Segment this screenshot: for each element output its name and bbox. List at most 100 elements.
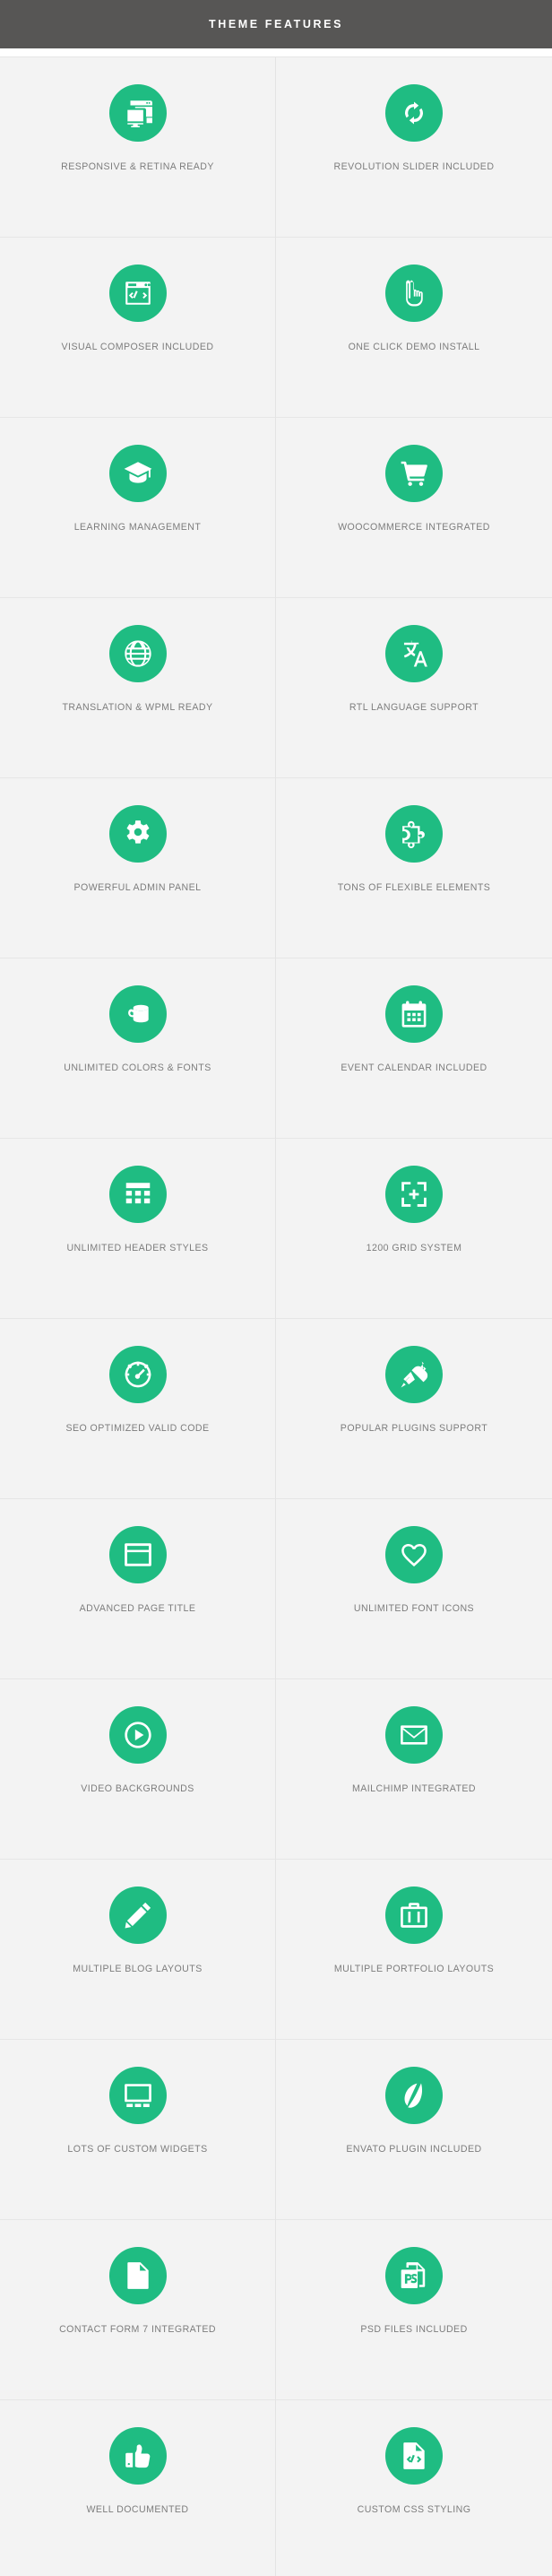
feature-cell[interactable]: PSD FILES INCLUDED <box>276 2220 552 2400</box>
feature-icon-circle <box>385 445 443 502</box>
feature-cell[interactable]: 1200 GRID SYSTEM <box>276 1139 552 1319</box>
target-speedometer-icon <box>125 1361 151 1388</box>
envato-leaf-icon <box>404 2083 423 2108</box>
grid-blocks-icon <box>125 1183 150 1204</box>
feature-icon-circle <box>385 625 443 682</box>
feature-icon-circle <box>108 445 167 502</box>
feature-icon-circle <box>108 84 167 142</box>
refresh-cycle-icon <box>405 101 423 125</box>
pointing-hand-icon <box>406 280 423 307</box>
feature-cell[interactable]: UNLIMITED COLORS & FONTS <box>0 958 276 1139</box>
feature-cell[interactable]: UNLIMITED FONT ICONS <box>276 1499 552 1679</box>
feature-cell[interactable]: VIDEO BACKGROUNDS <box>0 1679 276 1860</box>
feature-label: MULTIPLE BLOG LAYOUTS <box>73 1964 203 1974</box>
feature-label: ONE CLICK DEMO INSTALL <box>348 342 480 352</box>
feature-label: 1200 GRID SYSTEM <box>366 1243 462 1253</box>
feature-cell[interactable]: ADVANCED PAGE TITLE <box>0 1499 276 1679</box>
feature-icon-circle <box>108 805 167 863</box>
feature-icon-circle <box>385 265 443 322</box>
feature-icon-circle <box>108 265 167 322</box>
feature-icon-circle <box>385 1886 443 1944</box>
feature-icon-circle <box>385 985 443 1043</box>
page-title-icon <box>124 1543 151 1566</box>
feature-icon-circle <box>385 2247 443 2304</box>
feature-cell[interactable]: WOOCOMMERCE INTEGRATED <box>276 418 552 598</box>
feature-icon-circle <box>108 2427 167 2485</box>
heart-icon <box>401 1543 427 1567</box>
shopping-cart-icon <box>401 461 427 486</box>
feature-icon-circle <box>385 1346 443 1403</box>
feature-label: MULTIPLE PORTFOLIO LAYOUTS <box>333 1964 495 1974</box>
feature-label: LEARNING MANAGEMENT <box>73 522 202 533</box>
feature-label: CUSTOM CSS STYLING <box>357 2504 471 2515</box>
feature-icon-circle <box>385 1706 443 1764</box>
feature-icon-circle <box>108 1706 167 1764</box>
feature-cell[interactable]: POWERFUL ADMIN PANEL <box>0 778 276 958</box>
feature-label: ENVATO PLUGIN INCLUDED <box>346 2144 482 2155</box>
feature-icon-circle <box>108 1346 167 1403</box>
feature-label: RESPONSIVE & RETINA READY <box>61 161 214 172</box>
play-circle-icon <box>124 1722 151 1748</box>
briefcase-icon <box>401 1903 427 1928</box>
page-title: THEME FEATURES <box>208 18 344 30</box>
feature-icon-circle <box>385 84 443 142</box>
feature-cell[interactable]: VISUAL COMPOSER INCLUDED <box>0 238 276 418</box>
document-lines-icon <box>126 2262 149 2289</box>
feature-cell[interactable]: CUSTOM CSS STYLING <box>276 2400 552 2576</box>
feature-cell[interactable]: MAILCHIMP INTEGRATED <box>276 1679 552 1860</box>
feature-cell[interactable]: EVENT CALENDAR INCLUDED <box>276 958 552 1139</box>
plug-icon <box>401 1361 428 1388</box>
feature-cell[interactable]: ENVATO PLUGIN INCLUDED <box>276 2040 552 2220</box>
thumbs-up-icon <box>125 2444 150 2468</box>
feature-label: TONS OF FLEXIBLE ELEMENTS <box>337 882 491 893</box>
feature-label: SEO OPTIMIZED VALID CODE <box>65 1423 210 1434</box>
pencil-icon <box>125 1902 151 1929</box>
header-spacer <box>0 48 552 56</box>
feature-icon-circle <box>108 1886 167 1944</box>
feature-icon-circle <box>385 805 443 863</box>
feature-icon-circle <box>385 1526 443 1583</box>
paint-bucket-icon <box>127 1004 149 1023</box>
feature-grid: RESPONSIVE & RETINA READY REVOLUTION SLID… <box>0 56 552 2576</box>
feature-icon-circle <box>108 2067 167 2124</box>
feature-cell[interactable]: TONS OF FLEXIBLE ELEMENTS <box>276 778 552 958</box>
page-header: THEME FEATURES <box>0 0 552 48</box>
feature-icon-circle <box>108 1166 167 1223</box>
browser-code-icon <box>125 282 151 305</box>
feature-cell[interactable]: ONE CLICK DEMO INSTALL <box>276 238 552 418</box>
calendar-icon <box>401 1001 427 1028</box>
crop-frame-icon <box>401 1182 427 1207</box>
feature-cell[interactable]: CONTACT FORM 7 INTEGRATED <box>0 2220 276 2400</box>
widget-layout-icon <box>124 2084 151 2107</box>
gear-icon <box>126 820 149 844</box>
feature-cell[interactable]: SEO OPTIMIZED VALID CODE <box>0 1319 276 1499</box>
envelope-icon <box>401 1725 427 1745</box>
feature-cell[interactable]: LOTS OF CUSTOM WIDGETS <box>0 2040 276 2220</box>
feature-label: RTL LANGUAGE SUPPORT <box>349 702 479 713</box>
feature-cell[interactable]: MULTIPLE PORTFOLIO LAYOUTS <box>276 1860 552 2040</box>
psd-file-icon <box>401 2262 426 2289</box>
feature-icon-circle <box>385 2427 443 2485</box>
feature-cell[interactable]: REVOLUTION SLIDER INCLUDED <box>276 57 552 238</box>
feature-label: VISUAL COMPOSER INCLUDED <box>61 342 214 352</box>
feature-label: UNLIMITED FONT ICONS <box>353 1603 475 1614</box>
feature-cell[interactable]: WELL DOCUMENTED <box>0 2400 276 2576</box>
feature-cell[interactable]: POPULAR PLUGINS SUPPORT <box>276 1319 552 1499</box>
devices-responsive-icon <box>126 100 152 127</box>
feature-cell[interactable]: LEARNING MANAGEMENT <box>0 418 276 598</box>
feature-label: POPULAR PLUGINS SUPPORT <box>340 1423 488 1434</box>
feature-cell[interactable]: RESPONSIVE & RETINA READY <box>0 57 276 238</box>
feature-label: POWERFUL ADMIN PANEL <box>73 882 202 893</box>
feature-icon-circle <box>108 625 167 682</box>
feature-cell[interactable]: MULTIPLE BLOG LAYOUTS <box>0 1860 276 2040</box>
graduation-cap-icon <box>124 462 151 483</box>
feature-label: WOOCOMMERCE INTEGRATED <box>338 522 490 533</box>
feature-cell[interactable]: TRANSLATION & WPML READY <box>0 598 276 778</box>
feature-cell[interactable]: UNLIMITED HEADER STYLES <box>0 1139 276 1319</box>
feature-label: UNLIMITED HEADER STYLES <box>66 1243 209 1253</box>
translate-icon <box>403 640 427 667</box>
feature-cell[interactable]: RTL LANGUAGE SUPPORT <box>276 598 552 778</box>
feature-label: EVENT CALENDAR INCLUDED <box>341 1062 487 1073</box>
feature-label: PSD FILES INCLUDED <box>360 2324 468 2335</box>
globe-icon <box>124 640 151 667</box>
